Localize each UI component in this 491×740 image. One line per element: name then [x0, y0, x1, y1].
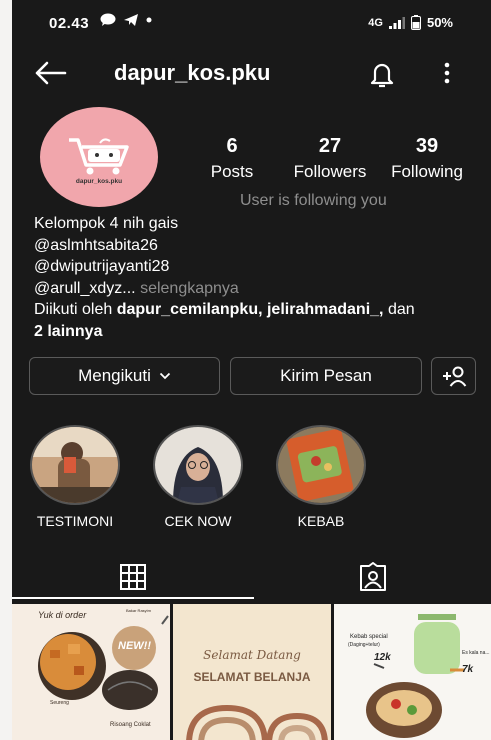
post-3-sub: (Daging+telur) — [348, 642, 380, 648]
post-1-caption: Risoang Coklat — [110, 722, 151, 728]
battery-level: 50% — [426, 15, 453, 30]
profile-avatar[interactable]: dapur_kos.pku — [40, 107, 158, 207]
highlight-testimoni[interactable]: TESTIMONI — [27, 425, 123, 529]
chevron-down-icon — [159, 372, 171, 380]
profile-username: dapur_kos.pku — [114, 60, 271, 85]
post-tile[interactable]: Yuk di order Bakar Rasyim NEW!! Seureng … — [12, 604, 170, 740]
active-tab-indicator — [12, 597, 254, 599]
chat-icon — [100, 13, 116, 26]
post-3-note: Es kala na... — [462, 650, 490, 656]
dot-icon — [146, 17, 152, 23]
more-options-icon[interactable] — [442, 61, 452, 85]
send-message-button[interactable]: Kirim Pesan — [230, 357, 422, 395]
tab-tagged-posts[interactable] — [358, 562, 388, 592]
highlight-kebab-photo — [278, 427, 364, 503]
highlight-cover — [276, 425, 366, 505]
screenshot-margin — [0, 0, 12, 740]
followed-by-names[interactable]: dapur_cemilanpku, jelirahmadani_, — [117, 301, 384, 318]
follows-you-note: User is following you — [240, 192, 387, 209]
post-3-price: 12k — [374, 652, 391, 663]
shopping-cart-logo-icon — [69, 138, 129, 175]
notification-icons — [100, 13, 152, 27]
post-1-caption: Seureng — [50, 700, 69, 706]
bio-last-line: @arull_xdyz... selengkapnya — [34, 278, 484, 300]
post-3-price: 7k — [462, 664, 474, 675]
profile-bio: Kelompok 4 nih gais @aslmhtsabita26 @dwi… — [34, 213, 484, 342]
send-message-label: Kirim Pesan — [280, 366, 372, 385]
posts-label: Posts — [210, 162, 254, 181]
tab-grid-posts[interactable] — [119, 563, 147, 591]
following-button[interactable]: Mengikuti — [29, 357, 220, 395]
highlight-cek-now-photo — [155, 427, 241, 503]
following-label: Following — [391, 162, 463, 181]
suggest-people-button[interactable] — [431, 357, 476, 395]
battery-icon — [410, 15, 421, 30]
add-person-icon — [442, 366, 466, 387]
following-number: 39 — [415, 135, 439, 157]
avatar-brand-text: dapur_kos.pku — [75, 178, 123, 185]
notification-bell-icon[interactable] — [367, 59, 397, 89]
highlight-cover — [30, 425, 120, 505]
post-2-welcome: Selamat Datang — [203, 648, 301, 662]
see-more-link[interactable]: selengkapnya — [140, 280, 239, 297]
highlight-cek-now[interactable]: CEK NOW — [150, 425, 246, 529]
post-1-image — [38, 615, 169, 710]
posts-number: 6 — [226, 135, 238, 157]
post-1-badge: NEW!! — [118, 640, 151, 652]
bio-mention-link[interactable]: @arull_xdyz... — [34, 280, 136, 297]
back-arrow-icon[interactable] — [34, 60, 68, 86]
telegram-icon — [124, 14, 138, 26]
post-tile[interactable]: Selamat Datang SELAMAT BELANJA — [173, 604, 331, 740]
posts-count[interactable]: 6 Posts — [207, 135, 257, 182]
status-right: 4G 50% — [368, 15, 453, 30]
profile-header: dapur_kos.pku — [12, 48, 491, 100]
highlight-kebab[interactable]: KEBAB — [273, 425, 369, 529]
followed-by-dan: dan — [387, 301, 415, 318]
post-tile[interactable]: Kebab special (Daging+telur) 12k Es kala… — [334, 604, 491, 740]
network-type: 4G — [368, 16, 383, 29]
post-3-heading: Kebab special — [350, 634, 388, 640]
signal-icon — [388, 16, 405, 29]
followed-by-others[interactable]: 2 lainnya — [34, 323, 102, 340]
post-1-heading: Yuk di order — [38, 610, 87, 620]
following-count[interactable]: 39 Following — [384, 135, 470, 182]
followed-by-line[interactable]: Diikuti oleh dapur_cemilanpku, jelirahma… — [34, 299, 484, 342]
followers-number: 27 — [318, 135, 342, 157]
highlight-testimoni-photo — [32, 427, 118, 503]
following-button-label: Mengikuti — [78, 366, 151, 385]
followers-label: Followers — [293, 162, 367, 181]
highlight-cover — [153, 425, 243, 505]
bio-mention-link[interactable]: @dwiputrijayanti28 — [34, 256, 484, 278]
posts-grid: Yuk di order Bakar Rasyim NEW!! Seureng … — [12, 604, 491, 740]
status-bar: 02.43 4G 50% — [12, 0, 491, 46]
highlight-label: TESTIMONI — [36, 513, 114, 529]
post-2-shop-text: SELAMAT BELANJA — [193, 670, 311, 684]
phone-screen: 02.43 4G 50% dapur_kos.pku dapur_kos.pku — [12, 0, 491, 740]
bio-mention-link[interactable]: @aslmhtsabita26 — [34, 235, 484, 257]
status-time: 02.43 — [49, 15, 90, 32]
post-1-subtitle: Bakar Rasyim — [126, 608, 151, 613]
profile-tabs — [12, 553, 491, 601]
highlight-label: CEK NOW — [164, 513, 232, 529]
followed-by-prefix: Diikuti oleh — [34, 301, 113, 318]
followers-count[interactable]: 27 Followers — [287, 135, 373, 182]
highlight-label: KEBAB — [297, 513, 345, 529]
bio-line: Kelompok 4 nih gais — [34, 215, 179, 232]
